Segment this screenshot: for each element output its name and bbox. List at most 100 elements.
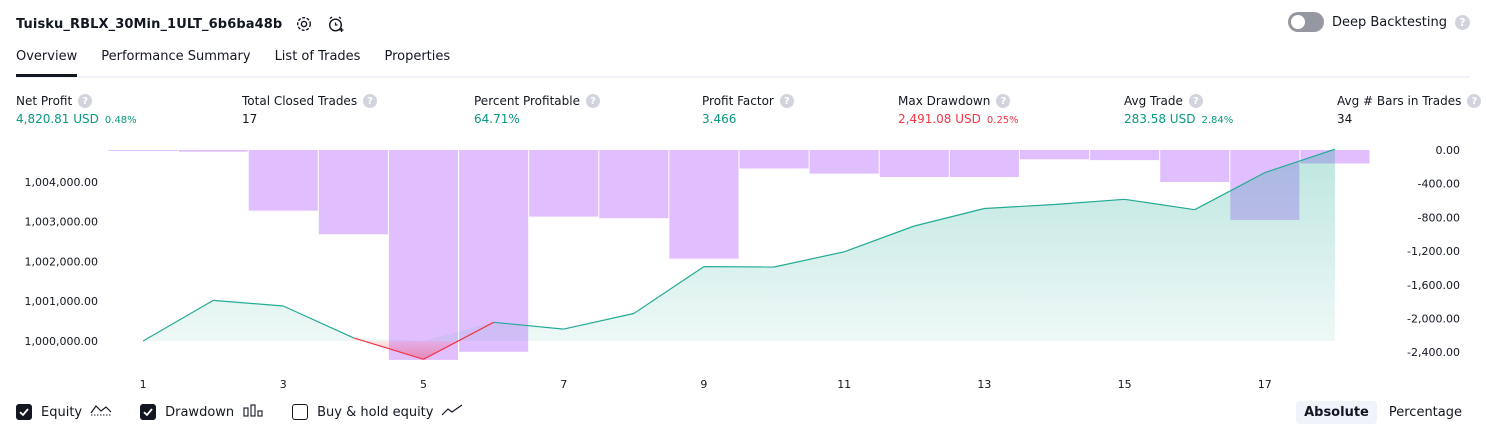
metric-avg-trade: Avg Trade? 283.58 USD 2.84% bbox=[1124, 92, 1233, 126]
x-tick-label: 15 bbox=[1118, 378, 1132, 391]
deep-backtesting-label: Deep Backtesting bbox=[1331, 14, 1447, 30]
absolute-button[interactable]: Absolute bbox=[1296, 401, 1377, 424]
metrics-row: Net Profit? 4,820.81 USD 0.48% Total Clos… bbox=[0, 92, 1486, 132]
right-tick-label: 0.00 bbox=[1436, 144, 1461, 157]
drawdown-bar bbox=[599, 150, 669, 219]
deep-backtesting-toggle[interactable] bbox=[1287, 12, 1324, 32]
right-axis: 0.00 -400.00 -800.00 -1,200.00 -1,600.00 -2,0… bbox=[1407, 144, 1460, 359]
strategy-header: Tuisku_RBLX_30Min_1ULT_6b6ba48b bbox=[16, 10, 346, 38]
metric-percent: 0.25% bbox=[986, 115, 1019, 126]
metric-label: Profit Factor bbox=[702, 94, 774, 108]
tab-overview[interactable]: Overview bbox=[16, 44, 78, 77]
metric-value: 64.71% bbox=[474, 112, 520, 126]
left-tick-label: 1,000,000.00 bbox=[25, 335, 98, 348]
metric-value: 2,491.08 USD bbox=[898, 112, 981, 126]
drawdown-bar bbox=[1090, 150, 1160, 161]
metric-avg-bars-in-trades: Avg # Bars in Trades? 34 bbox=[1337, 92, 1482, 126]
legend-label: Drawdown bbox=[165, 404, 235, 420]
x-tick-label: 17 bbox=[1258, 378, 1272, 391]
buy-hold-line-icon bbox=[441, 403, 463, 421]
x-tick-label: 1 bbox=[140, 378, 147, 391]
metric-label: Total Closed Trades bbox=[242, 94, 358, 108]
drawdown-bar bbox=[949, 150, 1019, 177]
display-mode-switch: Absolute Percentage bbox=[1296, 401, 1470, 424]
x-axis: 1 3 5 7 9 11 13 15 17 bbox=[140, 378, 1272, 391]
legend-label: Equity bbox=[41, 404, 83, 420]
help-icon[interactable]: ? bbox=[78, 94, 93, 108]
equity-checkbox[interactable] bbox=[16, 404, 32, 420]
x-tick-label: 13 bbox=[977, 378, 991, 391]
help-icon[interactable]: ? bbox=[1188, 94, 1203, 108]
x-tick-label: 3 bbox=[280, 378, 287, 391]
tab-bar: Overview Performance Summary List of Tra… bbox=[16, 44, 1470, 78]
right-tick-label: -800.00 bbox=[1418, 211, 1460, 224]
legend-drawdown[interactable]: Drawdown bbox=[140, 403, 264, 421]
help-icon[interactable]: ? bbox=[585, 94, 600, 108]
drawdown-bar bbox=[108, 150, 178, 151]
left-tick-label: 1,001,000.00 bbox=[25, 295, 98, 308]
tab-properties[interactable]: Properties bbox=[384, 44, 450, 74]
metric-label: Max Drawdown bbox=[898, 94, 991, 108]
metric-value: 283.58 USD bbox=[1124, 112, 1196, 126]
left-tick-label: 1,003,000.00 bbox=[25, 216, 98, 229]
alarm-clock-plus-icon[interactable] bbox=[326, 14, 346, 34]
metric-value: 34 bbox=[1337, 112, 1353, 126]
drawdown-checkbox[interactable] bbox=[140, 404, 157, 420]
right-tick-label: -400.00 bbox=[1418, 178, 1460, 191]
x-tick-label: 9 bbox=[700, 378, 707, 391]
metric-label: Percent Profitable bbox=[474, 94, 580, 108]
drawdown-bar bbox=[529, 150, 599, 217]
right-tick-label: -2,000.00 bbox=[1407, 313, 1460, 326]
metric-net-profit: Net Profit? 4,820.81 USD 0.48% bbox=[16, 92, 137, 126]
gear-icon[interactable] bbox=[294, 14, 314, 34]
deep-backtesting: Deep Backtesting ? bbox=[1287, 12, 1470, 32]
metric-value: 3.466 bbox=[702, 112, 737, 126]
help-icon[interactable]: ? bbox=[996, 94, 1011, 108]
x-tick-label: 7 bbox=[560, 378, 567, 391]
drawdown-bar bbox=[388, 150, 458, 360]
percentage-button[interactable]: Percentage bbox=[1381, 401, 1470, 424]
strategy-name: Tuisku_RBLX_30Min_1ULT_6b6ba48b bbox=[16, 16, 283, 32]
metric-label: Avg Trade bbox=[1124, 94, 1183, 108]
drawdown-bar bbox=[248, 150, 318, 211]
metric-value: 17 bbox=[242, 112, 258, 126]
help-icon[interactable]: ? bbox=[1467, 94, 1482, 108]
metric-total-closed-trades: Total Closed Trades? 17 bbox=[242, 92, 378, 126]
drawdown-bars-icon bbox=[242, 403, 264, 421]
metric-percent: 2.84% bbox=[1201, 115, 1234, 126]
legend-label: Buy & hold equity bbox=[317, 404, 434, 420]
metric-profit-factor: Profit Factor? 3.466 bbox=[702, 92, 794, 126]
tab-performance-summary[interactable]: Performance Summary bbox=[101, 44, 250, 74]
equity-drawdown-chart[interactable]: 1,000,000.00 1,001,000.00 1,002,000.00 1,00… bbox=[0, 140, 1486, 396]
metric-label: Avg # Bars in Trades bbox=[1337, 94, 1462, 108]
drawdown-bar bbox=[809, 150, 879, 174]
metric-max-drawdown: Max Drawdown? 2,491.08 USD 0.25% bbox=[898, 92, 1019, 126]
metric-percent-profitable: Percent Profitable? 64.71% bbox=[474, 92, 600, 126]
drawdown-bar bbox=[178, 150, 248, 152]
drawdown-bar bbox=[1019, 150, 1089, 160]
drawdown-bar bbox=[669, 150, 739, 259]
drawdown-bar bbox=[459, 150, 529, 352]
right-tick-label: -1,600.00 bbox=[1407, 279, 1460, 292]
chart-legend: Equity Drawdown Buy & hold equity bbox=[16, 403, 491, 421]
drawdown-bar bbox=[1160, 150, 1230, 182]
metric-value: 4,820.81 USD bbox=[16, 112, 99, 126]
metric-percent: 0.48% bbox=[104, 115, 137, 126]
buy-hold-checkbox[interactable] bbox=[292, 404, 309, 420]
right-tick-label: -2,400.00 bbox=[1407, 346, 1460, 359]
help-icon[interactable]: ? bbox=[1455, 14, 1470, 30]
left-tick-label: 1,002,000.00 bbox=[25, 255, 98, 268]
help-icon[interactable]: ? bbox=[779, 94, 794, 108]
legend-equity[interactable]: Equity bbox=[16, 403, 112, 421]
right-tick-label: -1,200.00 bbox=[1407, 245, 1460, 258]
legend-buy-hold-equity[interactable]: Buy & hold equity bbox=[292, 403, 463, 421]
help-icon[interactable]: ? bbox=[363, 94, 378, 108]
drawdown-bar bbox=[879, 150, 949, 177]
left-axis: 1,000,000.00 1,001,000.00 1,002,000.00 1,00… bbox=[25, 176, 98, 348]
drawdown-bar bbox=[318, 150, 388, 235]
metric-label: Net Profit bbox=[16, 94, 73, 108]
tab-list-of-trades[interactable]: List of Trades bbox=[275, 44, 361, 74]
equity-line-icon bbox=[90, 403, 112, 421]
x-tick-label: 11 bbox=[837, 378, 851, 391]
drawdown-bar bbox=[739, 150, 809, 169]
